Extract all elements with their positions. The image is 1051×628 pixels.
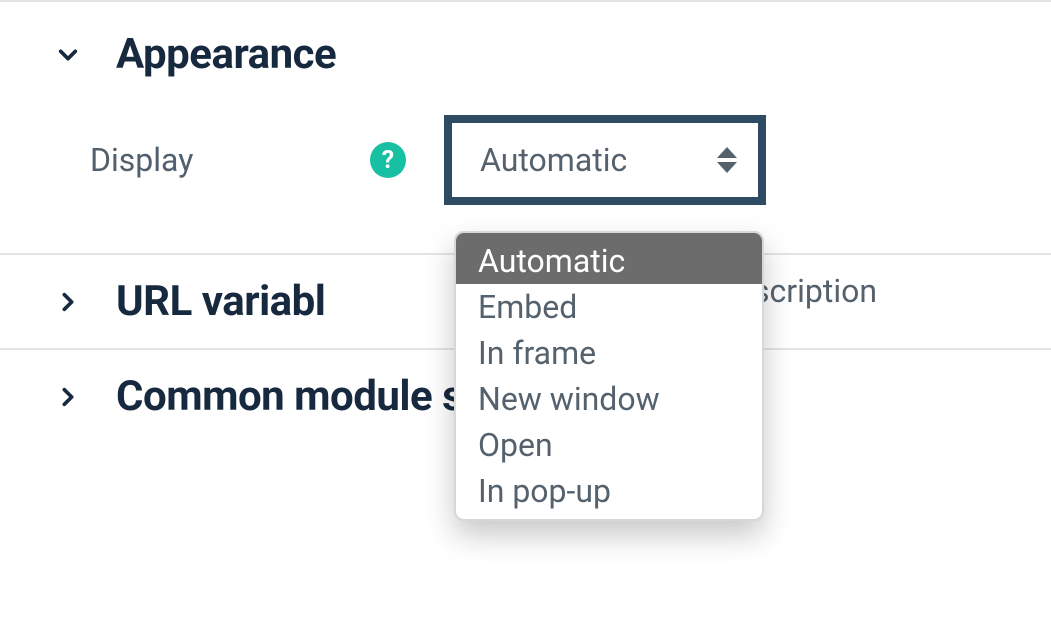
chevron-right-icon xyxy=(52,286,84,318)
option-new-window[interactable]: New window xyxy=(456,376,762,422)
field-label: Display xyxy=(90,141,370,179)
description-fragment: scription xyxy=(753,272,877,310)
option-in-popup[interactable]: In pop-up xyxy=(456,468,762,519)
option-open[interactable]: Open xyxy=(456,422,762,468)
option-in-frame[interactable]: In frame xyxy=(456,330,762,376)
help-icon[interactable]: ? xyxy=(370,142,406,178)
section-appearance: Appearance Display ? Automatic xyxy=(0,2,1051,205)
option-automatic[interactable]: Automatic xyxy=(456,233,762,284)
section-title: URL variabl xyxy=(116,277,325,326)
display-select[interactable]: Automatic xyxy=(444,115,766,205)
section-title: Appearance xyxy=(116,30,336,79)
chevron-down-icon xyxy=(52,39,84,71)
field-display: Display ? Automatic xyxy=(0,107,1051,205)
select-caret-icon xyxy=(716,145,738,175)
option-embed[interactable]: Embed xyxy=(456,284,762,330)
select-value: Automatic xyxy=(480,141,627,179)
display-dropdown: Automatic Embed In frame New window Open… xyxy=(454,231,764,521)
section-header-appearance[interactable]: Appearance xyxy=(0,2,1051,107)
chevron-right-icon xyxy=(52,381,84,413)
